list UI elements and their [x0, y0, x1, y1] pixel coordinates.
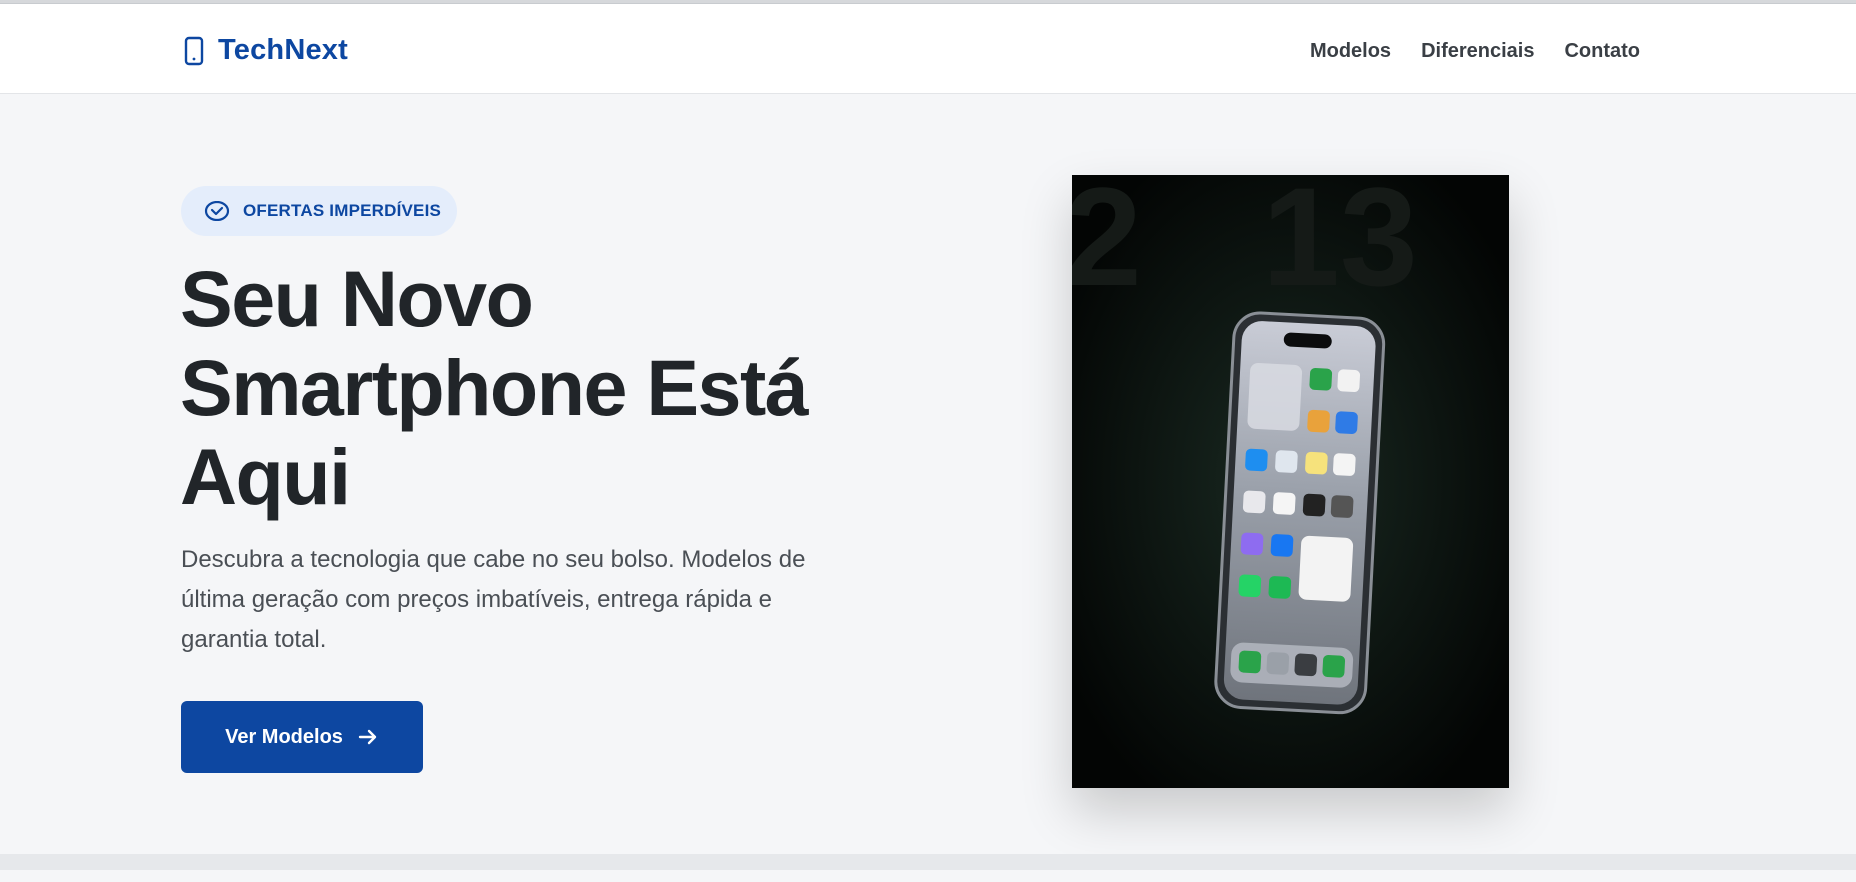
nav-link-modelos[interactable]: Modelos	[1310, 40, 1391, 63]
view-models-button[interactable]: Ver Modelos	[181, 701, 423, 773]
brand-logo[interactable]: TechNext	[184, 34, 348, 67]
view-models-label: Ver Modelos	[225, 725, 343, 748]
background-digits-right: 13	[1262, 175, 1418, 315]
section-divider	[0, 854, 1856, 870]
arrow-right-icon	[358, 729, 377, 745]
hero-title: Seu Novo Smartphone Está Aqui	[180, 254, 809, 521]
smartphone-photo: 2 13	[1072, 175, 1509, 788]
background-digits-left: 2	[1072, 175, 1142, 315]
smartphone-icon	[184, 36, 204, 65]
badge-label: OFERTAS IMPERDÍVEIS	[243, 201, 442, 220]
nav-link-diferenciais[interactable]: Diferenciais	[1421, 40, 1534, 63]
badge-check-icon	[204, 201, 230, 221]
site-header: TechNext Modelos Diferenciais Contato	[0, 4, 1856, 94]
main-nav: Modelos Diferenciais Contato	[1310, 40, 1640, 63]
brand-name: TechNext	[218, 34, 348, 66]
offers-badge: OFERTAS IMPERDÍVEIS	[181, 186, 457, 236]
hero-section: OFERTAS IMPERDÍVEIS Seu Novo Smartphone …	[0, 94, 1856, 870]
nav-link-contato[interactable]: Contato	[1564, 40, 1640, 63]
hero-description: Descubra a tecnologia que cabe no seu bo…	[181, 546, 806, 653]
smartphone-illustration: 2 13	[1072, 175, 1509, 788]
